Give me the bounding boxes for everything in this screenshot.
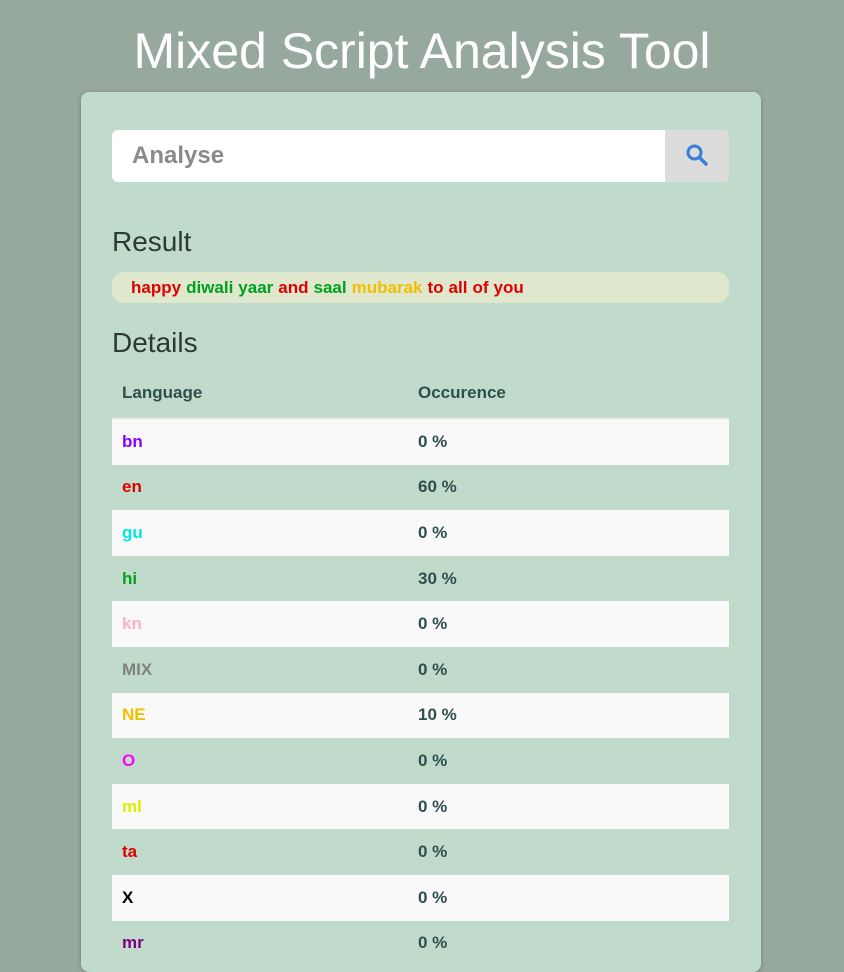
occurrence-column-header: Occurence	[408, 369, 729, 419]
occurrence-cell: 0 %	[418, 933, 448, 953]
table-row: kn 0 %	[112, 601, 729, 647]
language-cell: ta	[122, 842, 138, 862]
occurrence-cell: 0 %	[418, 659, 448, 679]
table-row: hi 30 %	[112, 556, 729, 602]
occurrence-cell: 0 %	[408, 874, 729, 921]
search-input[interactable]	[112, 130, 665, 182]
result-word: diwali	[186, 278, 234, 297]
search-button[interactable]	[665, 130, 729, 182]
page-title: Mixed Script Analysis Tool	[133, 23, 711, 79]
language-cell: kn	[112, 601, 408, 647]
language-cell: X	[112, 874, 408, 921]
details-table-body: bn 0 % en 60 % gu 0 % hi 30 % kn 0 % MIX 0 % NE 10 % O…	[112, 418, 729, 966]
occurrence-cell: 0 %	[408, 601, 729, 647]
analysis-card: Result happydiwaliyaarandsaalmubaraktoal…	[81, 92, 761, 972]
language-cell: bn	[112, 418, 408, 465]
details-heading: Details	[112, 327, 198, 358]
details-table: Language Occurence bn 0 % en 60 % gu 0 % hi 30 …	[112, 369, 729, 966]
table-row: ml 0 %	[112, 783, 729, 830]
result-heading: Result	[112, 226, 192, 257]
language-cell: hi	[122, 568, 138, 588]
result-word: to	[427, 278, 444, 297]
occurrence-cell: 30 %	[418, 568, 457, 588]
table-row: O 0 %	[112, 738, 729, 784]
table-header-row: Language Occurence	[112, 369, 729, 419]
result-word: saal	[313, 278, 347, 297]
table-row: bn 0 %	[112, 418, 729, 465]
occurrence-cell: 0 %	[408, 510, 729, 556]
result-word: happy	[131, 278, 182, 297]
occurrence-cell: 60 %	[418, 477, 457, 497]
language-cell: MIX	[122, 659, 153, 679]
language-cell: gu	[112, 510, 408, 556]
table-row: MIX 0 %	[112, 647, 729, 693]
language-cell: O	[122, 750, 136, 770]
table-row: mr 0 %	[112, 921, 729, 967]
result-word: mubarak	[351, 278, 423, 297]
search-icon	[685, 143, 709, 170]
table-row: gu 0 %	[112, 510, 729, 556]
language-cell: NE	[112, 692, 408, 739]
result-word: of	[472, 278, 489, 297]
result-text: happy diwali yaar and saal mubarak to all of you	[112, 272, 729, 303]
table-row: ta 0 %	[112, 829, 729, 875]
table-row: NE 10 %	[112, 692, 729, 739]
result-word: all	[448, 278, 468, 297]
table-row: X0 %	[112, 874, 729, 921]
language-cell: en	[122, 477, 142, 497]
occurrence-cell: 0 %	[408, 418, 729, 465]
result-word: yaar	[238, 278, 274, 297]
language-column-header: Language	[112, 369, 408, 419]
language-cell: mr	[122, 933, 144, 953]
occurrence-cell: 0 %	[418, 750, 448, 770]
result-word: and	[278, 278, 309, 297]
result-word: you	[493, 278, 524, 297]
language-cell: ml	[112, 783, 408, 830]
search-bar	[112, 130, 729, 182]
table-row: en 60 %	[112, 465, 729, 511]
occurrence-cell: 10 %	[408, 692, 729, 739]
occurrence-cell: 0 %	[408, 783, 729, 830]
occurrence-cell: 0 %	[418, 842, 448, 862]
